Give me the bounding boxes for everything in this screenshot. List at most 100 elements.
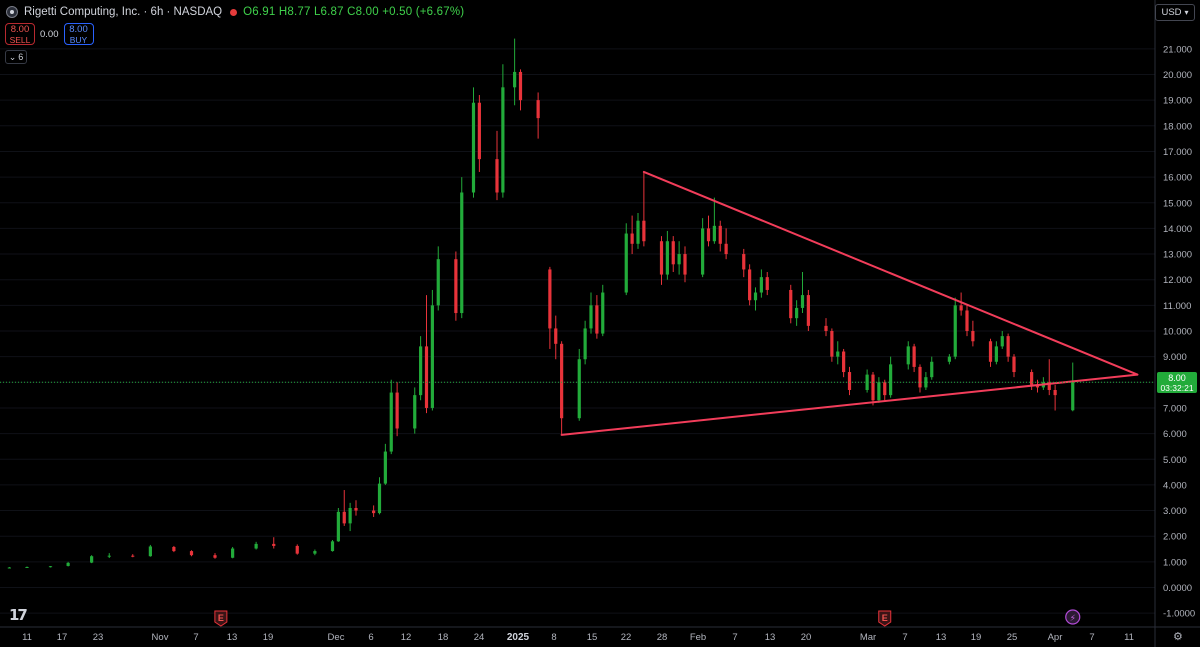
candle-body [518,71,523,101]
buy-label: BUY [69,35,88,45]
market-status-icon[interactable] [230,8,238,16]
candle-body [595,305,599,334]
candle-body [436,259,440,306]
candle-body [1012,356,1016,373]
time-tick-label: 28 [657,632,668,643]
buy-price: 8.00 [69,24,88,35]
candle [336,507,340,542]
candle-body [883,382,887,396]
candle-body [7,567,11,569]
candle-body [272,543,276,546]
candle-body [877,382,881,401]
last-price-tag: 8.00 03:32:21 [1157,372,1197,393]
candle-body [912,346,916,367]
candle-body [148,546,152,557]
candle-body [871,374,875,401]
time-tick-label: 7 [732,632,737,643]
candle-body [759,277,763,293]
candle-body [630,233,634,244]
candle-body [706,228,711,242]
candle-body [1000,336,1004,347]
settings-icon[interactable]: ⚙ [1173,630,1183,643]
time-tick-label: Dec [328,632,345,643]
candle-body [548,269,552,329]
candle-body [824,325,828,331]
candle-body [624,233,628,293]
candle-body [172,546,176,552]
candle-body [712,225,716,242]
candle [806,289,810,331]
sell-price: 8.00 [10,24,30,35]
price-tick-label: -1.0000 [1163,609,1195,620]
tradingview-logo-icon[interactable]: 17 [9,606,28,624]
candle-body [413,395,417,429]
candle-body [430,305,434,408]
candle-body [66,562,70,566]
candle-body [724,243,728,255]
candle-body [189,551,194,556]
time-tick-label: Nov [152,632,169,643]
candle-body [1071,382,1075,411]
spread-value: 0.00 [40,28,59,40]
candle-body [806,295,810,326]
candle-body [753,292,758,301]
candle-body [389,392,393,452]
dividend-icon[interactable]: ⚡ [1065,609,1081,625]
candle-body [377,483,382,514]
chart-title[interactable]: Rigetti Computing, Inc. · 6h · NASDAQ [24,6,222,18]
candle [471,87,476,198]
candle-body [1053,389,1057,396]
candle [624,223,628,296]
candle-body [501,87,505,193]
candle [231,546,235,559]
price-tick-label: 2.000 [1163,532,1187,543]
candle-body [836,351,840,357]
sell-button[interactable]: 8.00 SELL [5,23,35,45]
time-tick-label: 11 [1124,632,1134,643]
candle-body [231,548,235,558]
price-chart[interactable]: 21.000 20.000 19.000 18.000 17.000 16.000 15.0… [0,0,1200,647]
candle-body [906,346,910,365]
price-tick-label: 14.000 [1163,224,1192,235]
time-tick-label: 24 [474,632,485,643]
time-tick-label: 13 [227,632,238,643]
candle-body [131,555,135,557]
candle-body [965,310,969,331]
earnings-icon[interactable]: E [214,610,228,627]
chevron-down-icon: ▾ [1184,8,1189,17]
price-tick-label: 7.000 [1163,403,1187,414]
candle-body [953,305,957,357]
indicators-collapse-button[interactable]: ⌄ 6 [5,50,27,64]
time-tick-label: 7 [1089,632,1094,643]
candle-body [665,241,669,275]
time-tick-label: Feb [690,632,706,643]
candle [454,251,458,321]
candle-body [336,511,340,542]
time-tick-label: 20 [801,632,812,643]
symbol-icon[interactable] [6,6,18,18]
candle-body [1030,372,1034,385]
candle [90,555,94,564]
candle-body [495,159,499,193]
candle [601,284,605,337]
candle-body [213,555,217,558]
dividend-label: ⚡ [1070,614,1076,624]
price-tick-label: 1.000 [1163,557,1187,568]
indicator-count: 6 [18,52,24,62]
chevron-down-icon: ⌄ [8,51,17,62]
candle [430,289,434,411]
earnings-icon[interactable]: E [878,610,892,627]
price-tick-label: 5.000 [1163,455,1187,466]
price-tick-label: 6.000 [1163,429,1187,440]
candle-body [419,346,423,396]
candle [953,297,957,360]
buy-button[interactable]: 8.00 BUY [63,23,94,45]
candle-body [847,372,852,390]
candle-body [295,545,299,554]
earnings-label: E [218,613,224,623]
time-tick-label: 11 [22,632,32,643]
candle [148,544,152,557]
currency-selector[interactable]: USD ▾ [1155,4,1195,21]
candle-body [601,292,605,334]
candle-body [659,241,664,275]
